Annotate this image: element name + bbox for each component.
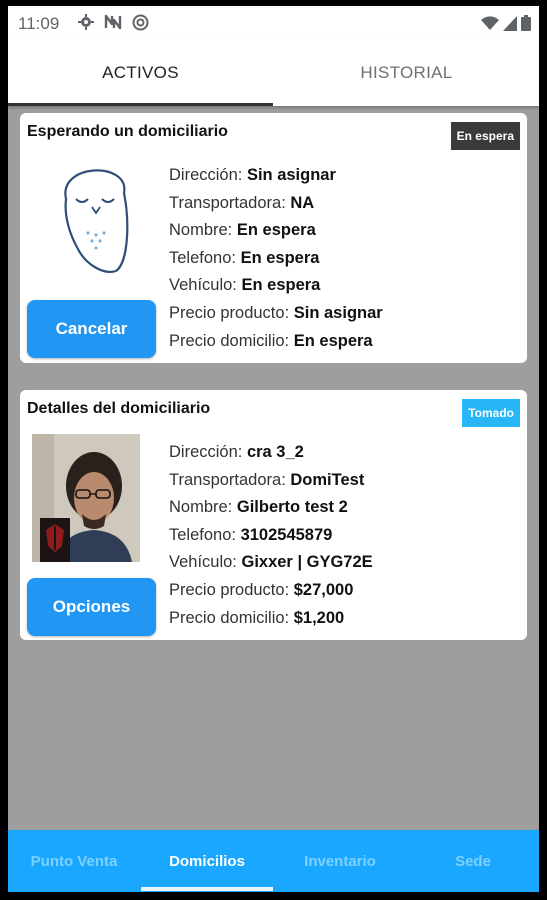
detail-row-delivery-price: Precio domicilio: $1,200 <box>169 608 345 627</box>
detail-row-name: Nombre: En espera <box>169 221 316 240</box>
detail-row-phone: Telefono: En espera <box>169 248 320 267</box>
tab-indicator <box>8 103 273 106</box>
detail-row-delivery-price: Precio domicilio: En espera <box>169 331 373 350</box>
status-time: 11:09 <box>18 14 60 33</box>
detail-row-phone: Telefono: 3102545879 <box>169 525 333 544</box>
wifi-icon <box>481 15 499 36</box>
detail-row-address: Dirección: Sin asignar <box>169 166 336 184</box>
status-right-icons <box>481 15 531 36</box>
signal-icon <box>503 15 517 36</box>
app-screen: 11:09 ACTIVOS HISTORIAL Esperando un dom… <box>8 6 539 892</box>
tab-activos[interactable]: ACTIVOS <box>8 40 273 106</box>
tab-bar: ACTIVOS HISTORIAL <box>8 40 539 106</box>
gear-icon <box>78 14 94 35</box>
n-icon <box>104 14 122 35</box>
at-icon <box>132 14 149 36</box>
detail-row-carrier: Transportadora: NA <box>169 193 315 212</box>
order-card-waiting: Esperando un domiciliario En espera Canc… <box>20 113 527 363</box>
nav-item-punto-venta[interactable]: Punto Venta <box>8 830 140 892</box>
order-card-taken: Detalles del domiciliario Tomado Opcione… <box>20 390 527 640</box>
detail-row-vehicle: Vehículo: Gixxer | GYG72E <box>169 553 373 572</box>
detail-row-name: Nombre: Gilberto test 2 <box>169 498 348 517</box>
status-badge: Tomado <box>462 399 520 427</box>
nav-item-sede[interactable]: Sede <box>407 830 539 892</box>
cancel-button[interactable]: Cancelar <box>27 300 156 358</box>
detail-row-product-price: Precio producto: Sin asignar <box>169 303 383 322</box>
status-bar: 11:09 <box>8 6 539 40</box>
card-title: Esperando un domiciliario <box>27 123 228 140</box>
nav-item-domicilios[interactable]: Domicilios <box>141 830 273 892</box>
nav-active-indicator <box>141 887 273 891</box>
owl-placeholder-icon <box>46 153 142 275</box>
order-details: Dirección: Sin asignar Transportadora: N… <box>169 162 383 355</box>
courier-details: Dirección: cra 3_2 Transportadora: DomiT… <box>169 439 373 632</box>
detail-row-vehicle: Vehículo: En espera <box>169 276 321 295</box>
detail-row-product-price: Precio producto: $27,000 <box>169 580 354 599</box>
nav-item-inventario[interactable]: Inventario <box>274 830 406 892</box>
detail-row-address: Dirección: cra 3_2 <box>169 443 304 461</box>
detail-row-carrier: Transportadora: DomiTest <box>169 470 365 489</box>
tab-historial[interactable]: HISTORIAL <box>274 40 539 106</box>
status-badge: En espera <box>450 122 520 150</box>
bottom-navigation: Punto Venta Domicilios Inventario Sede <box>8 830 539 892</box>
card-title: Detalles del domiciliario <box>27 400 211 417</box>
options-button[interactable]: Opciones <box>27 578 156 636</box>
courier-photo <box>32 434 140 562</box>
battery-icon <box>521 15 531 36</box>
